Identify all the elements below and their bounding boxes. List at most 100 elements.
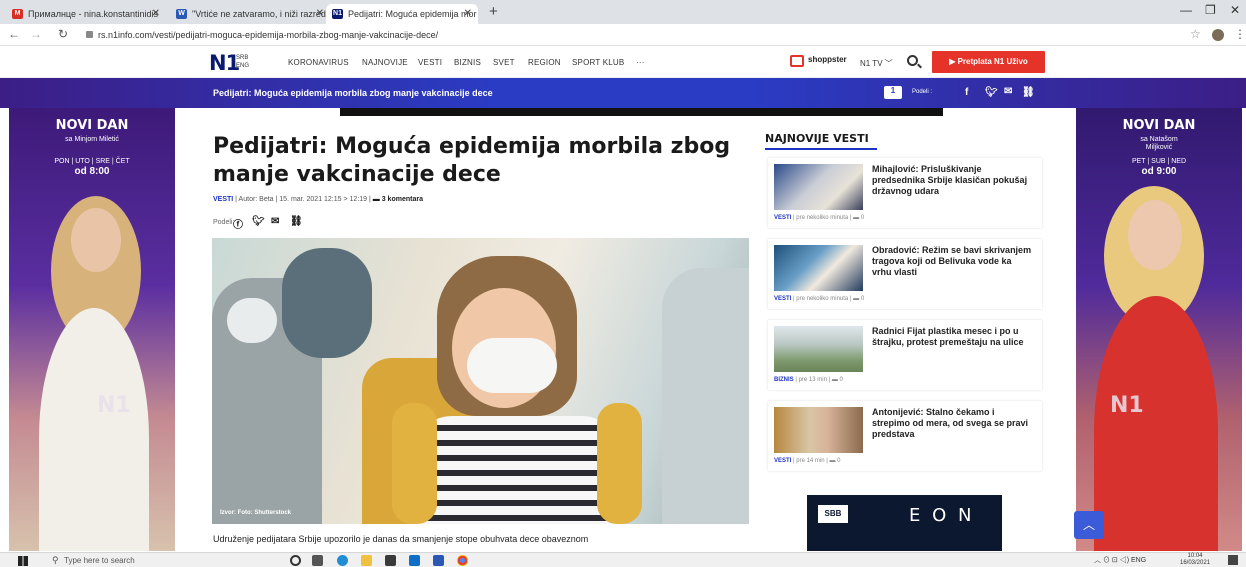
lang-current: SRB	[236, 55, 249, 61]
n1-watermark: N1	[97, 393, 131, 418]
forward-button[interactable]: →	[30, 27, 42, 41]
comment-icon[interactable]: 1	[884, 86, 902, 99]
subscribe-button[interactable]: ▶ Pretplata N1 Uživo	[932, 51, 1045, 73]
new-tab-button[interactable]: +	[489, 3, 498, 20]
ad-strip	[340, 108, 943, 116]
clock-date: 16/03/2021	[1180, 560, 1211, 566]
news-title[interactable]: Obradović: Režim se bavi skrivanjem trag…	[872, 245, 1032, 278]
sticky-article-title: Pedijatri: Moguća epidemija morbila zbog…	[213, 88, 493, 98]
backpack-strap-left	[392, 403, 437, 524]
windows-taskbar: Type here to search ⚲ ︿ ⊙ ⊡ ◁) ENG 10:04…	[0, 552, 1246, 567]
nav-sport-klub[interactable]: SPORT KLUB	[572, 58, 624, 67]
tab-document[interactable]: W "Vrtiće ne zatvaramo, i niži razred ✕	[170, 4, 330, 24]
news-item[interactable]: Obradović: Režim se bavi skrivanjem trag…	[768, 239, 1042, 309]
twitter-icon[interactable]: 🐦︎	[252, 216, 265, 227]
mail-icon[interactable]	[409, 555, 420, 566]
close-window-button[interactable]: ✕	[1230, 3, 1240, 17]
windows-start-icon[interactable]	[18, 556, 28, 566]
search-icon[interactable]	[907, 55, 918, 66]
news-category[interactable]: BIZNIS	[774, 377, 794, 383]
n1-logo[interactable]: N1	[209, 51, 240, 75]
face-mask	[467, 338, 557, 393]
article-headline: Pedijatri: Moguća epidemija morbila zbog…	[213, 134, 731, 187]
comments-link[interactable]: 3 komentara	[382, 196, 423, 203]
comment-icon: ▬	[853, 296, 861, 302]
news-category[interactable]: VESTI	[774, 215, 791, 221]
language-switch[interactable]: SRB ENG	[236, 54, 249, 70]
taskbar-search-input[interactable]: Type here to search	[48, 555, 253, 567]
facebook-icon[interactable]: f	[965, 87, 968, 98]
twitter-icon[interactable]: 🐦︎	[985, 87, 998, 98]
news-title[interactable]: Antonijević: Stalno čekamo i strepimo od…	[872, 407, 1032, 440]
chrome-icon[interactable]	[457, 555, 468, 566]
avatar[interactable]	[1212, 29, 1224, 41]
scroll-to-top-button[interactable]: ︿	[1074, 511, 1104, 539]
ad-days: PON | UTO | SRE | ČET	[54, 158, 130, 165]
ad-time: od 9:00	[1141, 166, 1177, 177]
news-category[interactable]: VESTI	[774, 458, 791, 464]
comment-icon: ▬	[853, 215, 861, 221]
article-category[interactable]: VESTI	[213, 196, 233, 203]
news-time: | pre nekoliko minuta |	[791, 296, 854, 302]
edge-icon[interactable]	[337, 555, 348, 566]
nav-more[interactable]: ···	[636, 58, 645, 67]
news-title[interactable]: Mihajlović: Prisluškivanje predsednika S…	[872, 164, 1032, 197]
presenter-body	[1094, 296, 1218, 551]
news-item[interactable]: Antonijević: Stalno čekamo i strepimo od…	[768, 401, 1042, 471]
link-icon[interactable]: ⛓	[290, 216, 303, 227]
shoppster-link[interactable]: shoppster	[790, 55, 847, 64]
nav-biznis[interactable]: BIZNIS	[454, 58, 481, 67]
comment-icon: ▬	[372, 196, 382, 203]
store-icon[interactable]	[385, 555, 396, 566]
facebook-icon[interactable]: ⓕ	[233, 216, 243, 231]
email-icon[interactable]: ✉	[271, 216, 279, 227]
site-header: N1 SRB ENG KORONAVIRUS NAJNOVIJE VESTI BI…	[0, 46, 1246, 78]
system-tray[interactable]: ︿ ⊙ ⊡ ◁) ENG	[1094, 555, 1146, 565]
email-icon[interactable]: ✉	[1004, 86, 1012, 97]
back-button[interactable]: ←	[8, 27, 20, 41]
clock-time: 10:04	[1187, 553, 1203, 559]
news-item[interactable]: Mihajlović: Prisluškivanje predsednika S…	[768, 158, 1042, 228]
url-field[interactable]: rs.n1info.com/vesti/pedijatri-moguca-epi…	[98, 27, 438, 43]
close-icon[interactable]: ✕	[464, 4, 472, 24]
tab-gmail[interactable]: M Прималнце - nina.konstantinidis ✕	[6, 4, 166, 24]
news-meta: VESTI | pre nekoliko minuta | ▬ 0	[774, 296, 864, 302]
file-explorer-icon[interactable]	[361, 555, 372, 566]
notifications-icon[interactable]	[1228, 555, 1238, 565]
restore-button[interactable]: ❐	[1205, 3, 1216, 17]
reload-button[interactable]: ↻	[58, 27, 68, 41]
tray-language[interactable]: ENG	[1131, 557, 1146, 564]
nav-svet[interactable]: SVET	[493, 58, 515, 67]
presenter-face	[71, 208, 121, 272]
background-mask	[227, 298, 277, 343]
minimize-button[interactable]: —	[1180, 3, 1192, 17]
link-icon[interactable]: ⛓	[1022, 87, 1035, 98]
star-icon[interactable]: ☆	[1190, 27, 1201, 41]
nav-vesti[interactable]: VESTI	[418, 58, 442, 67]
nav-region[interactable]: REGION	[528, 58, 561, 67]
news-time: | pre 13 min |	[793, 377, 832, 383]
right-side-ad[interactable]: NOVI DAN sa Natašom Miljković PET | SUB …	[1076, 108, 1242, 551]
task-view-icon[interactable]	[312, 555, 323, 566]
lock-icon	[86, 31, 93, 38]
tab-n1-article[interactable]: N1 Pedijatri: Moguća epidemija mor ✕	[326, 4, 478, 24]
word-icon[interactable]	[433, 555, 444, 566]
article-hero-image[interactable]: Izvor: Foto: Shutterstock	[212, 238, 749, 524]
news-category[interactable]: VESTI	[774, 296, 791, 302]
close-icon[interactable]: ✕	[316, 4, 324, 24]
nav-najnovije[interactable]: NAJNOVIJE	[362, 58, 408, 67]
news-title[interactable]: Radnici Fijat plastika mesec i po u štra…	[872, 326, 1032, 348]
menu-icon[interactable]: ⋮	[1234, 27, 1246, 41]
news-meta: VESTI | pre 14 min | ▬ 0	[774, 458, 841, 464]
n1tv-dropdown[interactable]: N1 TV ﹀	[860, 58, 893, 69]
backpack-strap-right	[597, 403, 642, 524]
ad-time: od 8:00	[74, 166, 110, 177]
nav-koronavirus[interactable]: KORONAVIRUS	[288, 58, 349, 67]
close-icon[interactable]: ✕	[152, 4, 160, 24]
share-label: Podeli :	[912, 89, 933, 95]
cortana-icon[interactable]	[290, 555, 301, 566]
left-side-ad[interactable]: NOVI DAN sa Minjom Miletić PON | UTO | S…	[9, 108, 175, 551]
system-clock[interactable]: 10:04 16/03/2021	[1180, 553, 1210, 567]
sbb-eon-ad[interactable]: SBB E O N	[807, 495, 1002, 551]
news-item[interactable]: Radnici Fijat plastika mesec i po u štra…	[768, 320, 1042, 390]
